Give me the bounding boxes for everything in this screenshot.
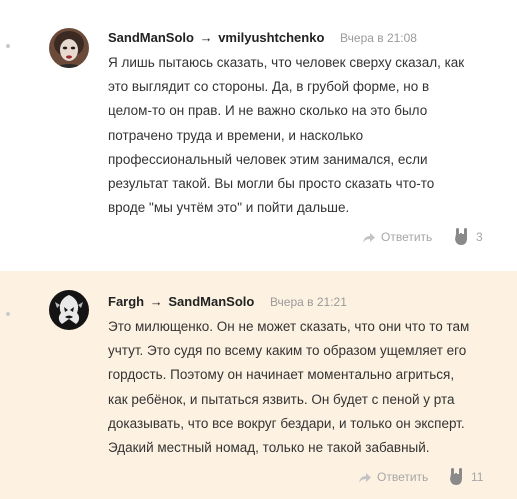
comment-text: Это милющенко. Он не может сказать, что … [108,315,488,460]
reply-label: Ответить [381,230,433,244]
rock-hand-icon [450,468,462,485]
thread-dot [6,312,10,316]
comment-line: результат такой. Вы могли бы просто сказ… [108,176,435,192]
like-count: 3 [476,230,483,244]
reply-arrow-icon [363,233,375,243]
author-link[interactable]: SandManSolo [108,30,194,45]
timestamp[interactable]: Вчера в 21:21 [270,295,347,309]
comment-line: Эдакий местный номад, только не такой за… [108,440,430,456]
comment-header: Fargh → SandManSolo Вчера в 21:21 [108,294,347,309]
comment-line: Я лишь пытаюсь сказать, что человек свер… [108,55,465,70]
comment-line: доказывать, что все вокруг бездари, и то… [108,415,465,431]
thread-dot [6,44,10,48]
comment-line: профессиональный человек этим занимался,… [108,151,428,167]
comment-line: как ребёнок, и пытаться язвить. Он будет… [108,391,455,407]
reply-label: Ответить [377,470,429,484]
reply-target-link[interactable]: vmilyushtchenko [218,30,324,45]
timestamp[interactable]: Вчера в 21:08 [340,31,417,45]
reply-button[interactable]: Ответить [362,230,432,244]
avatar[interactable] [49,290,89,330]
comment-line: целом-то он прав. И не важно сколько на … [108,103,428,119]
comment-line: потрачено труда и времени, и насколько [108,127,364,143]
comment-line: это выглядит со стороны. Да, в грубой фо… [108,79,430,95]
comment-text: Я лишь пытаюсь сказать, что человек свер… [108,51,488,220]
reply-button[interactable]: Ответить [358,470,428,484]
reply-arrow-icon [359,473,371,483]
reply-arrow-symbol: → [149,294,163,309]
like-count: 11 [471,470,484,484]
comment: SandManSolo → vmilyushtchenko Вчера в 21… [0,0,517,271]
reply-target-link[interactable]: SandManSolo [168,294,254,309]
reply-arrow-symbol: → [199,30,213,45]
avatar[interactable] [49,28,89,68]
rock-hand-icon [455,228,467,245]
comment-line: вроде "мы учтём это" и пойти дальше. [108,200,350,216]
comment-line: гордость. Поэтому он начинает моментальн… [108,367,455,383]
comment-line: учтут. Это судя по всему каким то образо… [108,343,467,359]
comment-header: SandManSolo → vmilyushtchenko Вчера в 21… [108,30,417,45]
like-counter[interactable]: 11 [449,468,483,485]
author-link[interactable]: Fargh [108,294,144,309]
comment-highlighted: Fargh → SandManSolo Вчера в 21:21 Это ми… [0,271,517,499]
comment-line: Это милющенко. Он не может сказать, что … [108,319,470,334]
like-counter[interactable]: 3 [454,228,483,245]
